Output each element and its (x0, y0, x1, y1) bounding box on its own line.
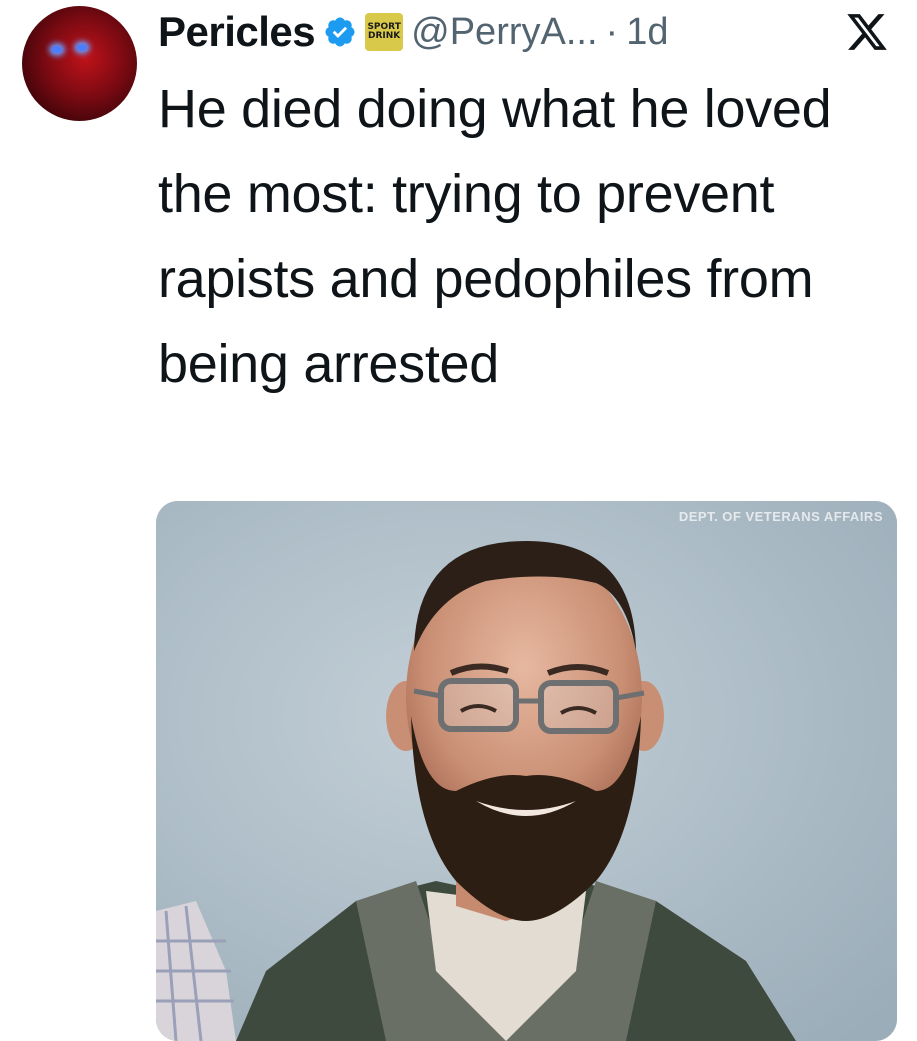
verified-badge-icon (325, 17, 355, 47)
tweet-text: He died doing what he loved the most: tr… (158, 79, 832, 394)
tweet-card: Pericles SPORT DRINK @PerryA... · 1d He … (0, 0, 917, 1041)
author-avatar[interactable] (22, 6, 137, 121)
avatar-eye-glow (52, 46, 62, 53)
portrait-photo (156, 501, 897, 1041)
x-logo-icon (847, 14, 887, 50)
author-handle[interactable]: @PerryA... (411, 11, 597, 54)
tweet-media-photo[interactable]: DEPT. OF VETERANS AFFAIRS (156, 501, 897, 1041)
tweet-timestamp[interactable]: 1d (626, 11, 668, 54)
media-watermark: DEPT. OF VETERANS AFFAIRS (678, 509, 883, 524)
tweet-header: Pericles SPORT DRINK @PerryA... · 1d (158, 4, 668, 60)
separator-dot: · (605, 10, 619, 53)
affiliation-badge[interactable]: SPORT DRINK (365, 13, 404, 51)
affiliation-badge-line: DRINK (368, 31, 401, 41)
author-name[interactable]: Pericles (158, 8, 316, 56)
avatar-eye-glow (77, 44, 87, 51)
